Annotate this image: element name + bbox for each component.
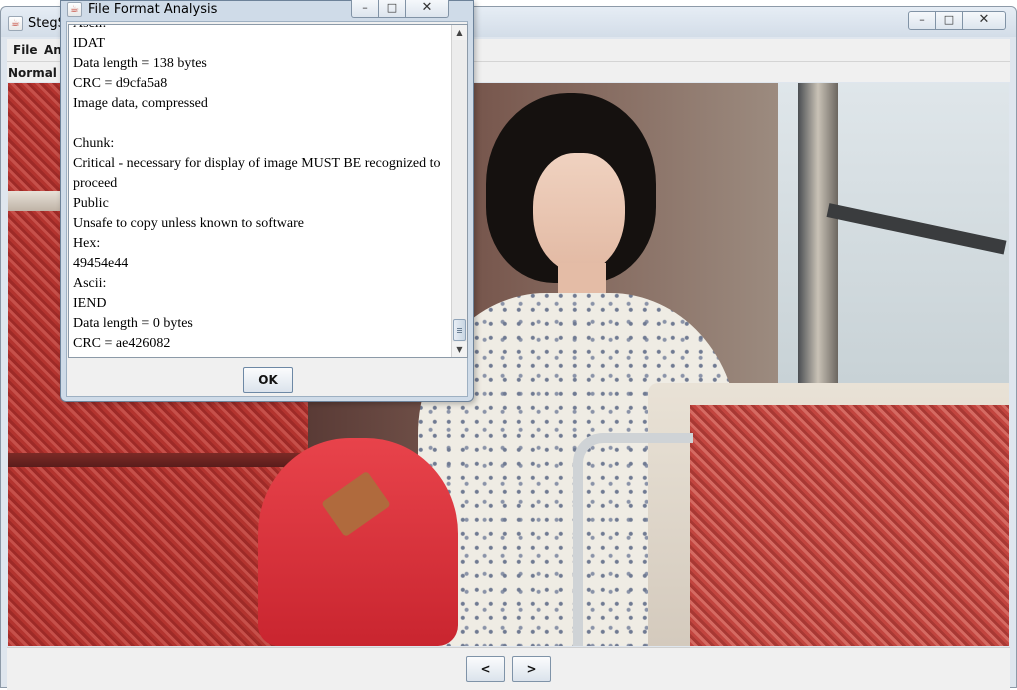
vertical-scrollbar[interactable]: ▲ ▼ (451, 25, 467, 357)
photo-seat-handle (573, 433, 693, 646)
close-button[interactable]: ✕ (406, 0, 448, 17)
scroll-up-arrow-icon[interactable]: ▲ (452, 25, 467, 40)
text-line: 49454e44 (73, 256, 129, 271)
photo-seat-rail (8, 453, 308, 467)
close-button[interactable]: ✕ (963, 12, 1005, 29)
text-line: CRC = d9cfa5a8 (73, 76, 168, 91)
text-line: Image data, compressed (73, 96, 208, 111)
text-line: CRC = ae426082 (73, 336, 171, 351)
text-line: proceed (73, 176, 118, 191)
ok-button[interactable]: OK (243, 367, 293, 393)
text-line: Ascii: (73, 25, 447, 34)
text-line: Chunk: (73, 136, 115, 151)
analysis-text: Ascii: IDAT Data length = 138 bytes CRC = d… (73, 25, 447, 354)
grip-line (457, 330, 462, 331)
maximize-button[interactable]: □ (936, 12, 963, 29)
dialog-window-controls: – □ ✕ (351, 0, 449, 18)
next-button[interactable]: > (512, 656, 551, 682)
photo-face (533, 153, 625, 273)
text-line: IEND (73, 296, 107, 311)
grip-line (457, 332, 462, 333)
text-line: IDAT (73, 36, 105, 51)
app-icon: ☕ (67, 2, 82, 17)
text-line (73, 114, 447, 134)
maximize-button[interactable]: □ (379, 0, 406, 17)
navigation-bar: < > (7, 647, 1010, 690)
text-line: Public (73, 196, 109, 211)
menu-file[interactable]: File (13, 43, 38, 57)
minimize-button[interactable]: – (909, 12, 936, 29)
dialog-title: File Format Analysis (88, 2, 218, 17)
text-line: Data length = 0 bytes (73, 316, 193, 331)
photo-backpack (258, 438, 458, 646)
main-window-controls: – □ ✕ (908, 11, 1006, 30)
text-line: Unsafe to copy unless known to software (73, 216, 304, 231)
photo-seat-front-cushion (690, 405, 1009, 646)
photo-window-frame (798, 83, 838, 383)
dialog-titlebar[interactable]: ☕ File Format Analysis – □ ✕ (61, 0, 473, 21)
scroll-down-arrow-icon[interactable]: ▼ (452, 342, 467, 357)
grip-line (457, 328, 462, 329)
previous-button[interactable]: < (466, 656, 505, 682)
app-icon: ☕ (8, 16, 23, 31)
text-line: Hex: (73, 236, 101, 251)
text-line: Critical - necessary for display of imag… (73, 156, 441, 171)
file-format-analysis-dialog: ☕ File Format Analysis – □ ✕ Ascii: IDAT D… (60, 0, 474, 402)
minimize-button[interactable]: – (352, 0, 379, 17)
dialog-content: Ascii: IDAT Data length = 138 bytes CRC = d… (66, 21, 468, 397)
scroll-thumb[interactable] (453, 319, 466, 341)
analysis-text-area[interactable]: Ascii: IDAT Data length = 138 bytes CRC = d… (68, 24, 468, 358)
text-line: Data length = 138 bytes (73, 56, 207, 71)
text-line: Ascii: (73, 276, 107, 291)
